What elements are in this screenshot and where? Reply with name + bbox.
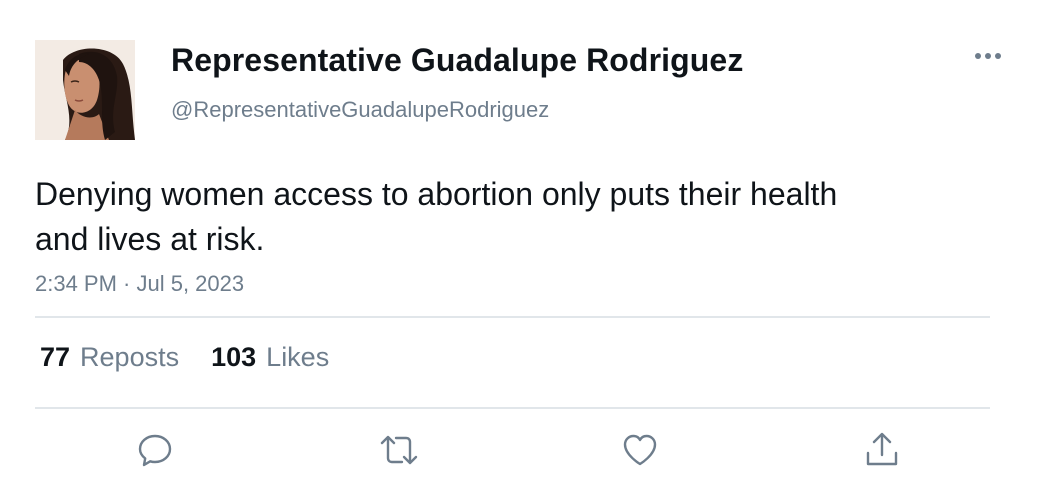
- reposts-count: 77: [40, 342, 71, 372]
- share-upload-icon: [866, 432, 898, 466]
- repost-arrows-icon: [380, 435, 418, 465]
- tweet-timestamp[interactable]: 2:34 PM · Jul 5, 2023: [35, 271, 244, 297]
- reposts-label: Reposts: [80, 342, 180, 372]
- reply-button[interactable]: [135, 430, 175, 470]
- author-handle[interactable]: @RepresentativeGuadalupeRodriguez: [171, 97, 549, 123]
- likes-count: 103: [211, 342, 257, 372]
- divider: [35, 316, 990, 318]
- divider: [35, 407, 990, 409]
- avatar[interactable]: [35, 40, 135, 140]
- engagement-stats: 77 Reposts 103 Likes: [40, 342, 329, 373]
- avatar-portrait-image: [35, 40, 135, 140]
- heart-icon: [623, 434, 657, 466]
- share-button[interactable]: [862, 430, 902, 470]
- likes-label: Likes: [266, 342, 330, 372]
- reply-bubble-icon: [138, 434, 172, 467]
- repost-button[interactable]: [379, 430, 419, 470]
- likes-stat[interactable]: 103 Likes: [211, 342, 329, 373]
- reposts-stat[interactable]: 77 Reposts: [40, 342, 179, 373]
- author-display-name[interactable]: Representative Guadalupe Rodriguez: [171, 42, 743, 79]
- more-options-button[interactable]: [970, 43, 1006, 69]
- like-button[interactable]: [620, 430, 660, 470]
- more-horizontal-icon: [975, 53, 1001, 59]
- tweet-text: Denying women access to abortion only pu…: [35, 176, 838, 257]
